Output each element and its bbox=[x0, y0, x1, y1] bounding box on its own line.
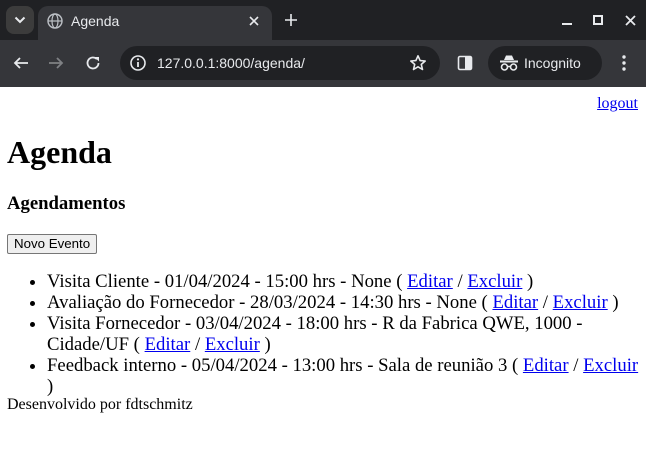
more-vertical-icon bbox=[622, 55, 626, 71]
browser-toolbar: 127.0.0.1:8000/agenda/ Incognito bbox=[0, 40, 646, 87]
site-info-icon[interactable] bbox=[128, 53, 148, 73]
edit-link[interactable]: Editar bbox=[523, 355, 569, 376]
maximize-button[interactable] bbox=[588, 10, 608, 30]
event-text: Avaliação do Fornecedor - 28/03/2024 - 1… bbox=[47, 292, 488, 313]
browser-menu-button[interactable] bbox=[614, 52, 634, 74]
address-bar[interactable]: 127.0.0.1:8000/agenda/ bbox=[120, 46, 440, 80]
delete-link[interactable]: Excluir bbox=[553, 292, 608, 313]
chevron-down-icon bbox=[14, 16, 26, 24]
edit-link[interactable]: Editar bbox=[145, 334, 191, 355]
new-event-button[interactable]: Novo Evento bbox=[7, 234, 98, 254]
tab-search-button[interactable] bbox=[6, 6, 34, 34]
close-icon bbox=[249, 16, 259, 26]
list-item: Visita Cliente - 01/04/2024 - 15:00 hrs … bbox=[47, 271, 646, 292]
incognito-icon bbox=[500, 55, 518, 71]
globe-icon bbox=[47, 13, 63, 29]
side-panel-button[interactable] bbox=[455, 53, 475, 73]
delete-link[interactable]: Excluir bbox=[583, 355, 638, 376]
event-text: Visita Cliente - 01/04/2024 - 15:00 hrs … bbox=[47, 271, 403, 292]
tab-title: Agenda bbox=[71, 13, 120, 29]
tab-close-button[interactable] bbox=[244, 11, 264, 31]
delete-link[interactable]: Excluir bbox=[467, 271, 522, 292]
list-item: Feedback interno - 05/04/2024 - 13:00 hr… bbox=[47, 355, 646, 397]
side-panel-icon bbox=[457, 55, 473, 71]
url-text[interactable]: 127.0.0.1:8000/agenda/ bbox=[157, 54, 305, 72]
maximize-icon bbox=[593, 15, 603, 25]
arrow-right-icon bbox=[49, 57, 64, 69]
forward-button[interactable] bbox=[45, 52, 67, 74]
minimize-button[interactable] bbox=[557, 10, 577, 30]
footer-credit: Desenvolvido por fdtschmitz bbox=[7, 396, 193, 413]
star-icon bbox=[410, 55, 426, 71]
window-close-button[interactable] bbox=[620, 10, 640, 30]
event-text: Feedback interno - 05/04/2024 - 13:00 hr… bbox=[47, 355, 519, 376]
minimize-icon bbox=[562, 23, 572, 25]
logout-link[interactable]: logout bbox=[597, 95, 638, 113]
list-item: Visita Fornecedor - 03/04/2024 - 18:00 h… bbox=[47, 313, 646, 355]
new-tab-button[interactable] bbox=[280, 9, 302, 31]
incognito-indicator[interactable]: Incognito bbox=[488, 46, 602, 80]
plus-icon bbox=[285, 14, 297, 26]
edit-link[interactable]: Editar bbox=[407, 271, 453, 292]
back-button[interactable] bbox=[10, 52, 32, 74]
arrow-left-icon bbox=[13, 57, 28, 69]
event-list: Visita Cliente - 01/04/2024 - 15:00 hrs … bbox=[0, 271, 646, 397]
page-title: Agenda bbox=[7, 134, 112, 170]
section-title: Agendamentos bbox=[7, 193, 126, 214]
incognito-label: Incognito bbox=[524, 55, 581, 71]
bookmark-button[interactable] bbox=[408, 53, 428, 73]
page-content: logout Agenda Agendamentos Novo Evento V… bbox=[0, 87, 646, 461]
list-item: Avaliação do Fornecedor - 28/03/2024 - 1… bbox=[47, 292, 646, 313]
event-text: Visita Fornecedor - 03/04/2024 - 18:00 h… bbox=[47, 313, 583, 355]
delete-link[interactable]: Excluir bbox=[205, 334, 260, 355]
reload-icon bbox=[86, 56, 100, 70]
edit-link[interactable]: Editar bbox=[492, 292, 538, 313]
active-tab[interactable]: Agenda bbox=[38, 6, 272, 40]
close-icon bbox=[624, 14, 636, 26]
tab-strip: Agenda bbox=[0, 0, 646, 40]
info-circle-icon bbox=[130, 55, 146, 71]
reload-button[interactable] bbox=[82, 52, 104, 74]
